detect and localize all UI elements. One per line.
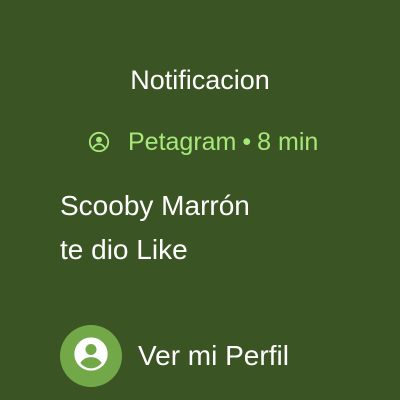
view-profile-button[interactable]: Ver mi Perfil bbox=[60, 324, 289, 388]
message-line-1: Scooby Marrón bbox=[60, 190, 250, 221]
action-icon-circle[interactable] bbox=[60, 325, 122, 387]
separator-dot: • bbox=[242, 127, 252, 156]
notification-screen: Notificacion Petagram • 8 min Scooby Mar… bbox=[0, 0, 400, 400]
account-circle-icon bbox=[71, 334, 111, 379]
app-name: Petagram bbox=[128, 127, 237, 156]
notification-header: Petagram • 8 min bbox=[88, 124, 318, 160]
account-circle-icon bbox=[88, 131, 110, 153]
notification-message: Scooby Marrón te dio Like bbox=[60, 184, 380, 272]
timestamp: 8 min bbox=[257, 127, 319, 156]
view-profile-label[interactable]: Ver mi Perfil bbox=[138, 340, 289, 372]
message-line-2: te dio Like bbox=[60, 234, 188, 265]
notification-title: Notificacion bbox=[130, 65, 270, 95]
